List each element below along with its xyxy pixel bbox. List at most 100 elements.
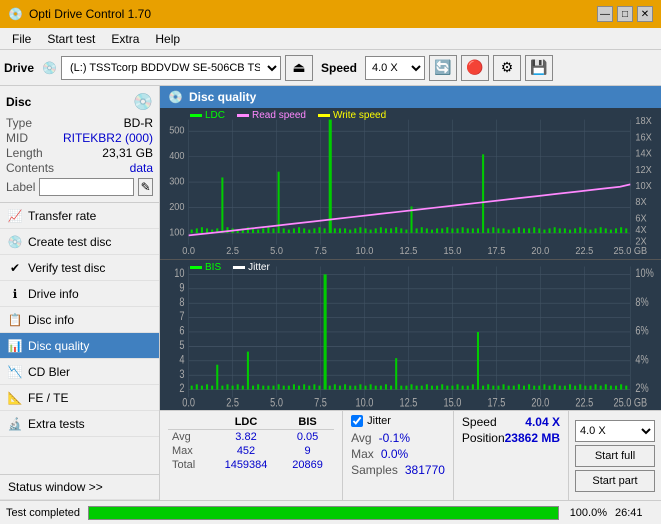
svg-text:6%: 6% [635,324,648,337]
close-button[interactable]: ✕ [637,6,653,22]
save-button[interactable]: 💾 [525,55,553,81]
max-row: Max 452 9 [168,444,334,458]
start-full-button[interactable]: Start full [575,445,655,467]
jitter-max-val: 0.0% [381,447,408,461]
svg-text:500: 500 [169,125,185,137]
buttons-section: 4.0 X Start full Start part [568,411,661,500]
svg-text:15.0: 15.0 [443,396,461,409]
jitter-avg-val: -0.1% [379,431,410,445]
label-input[interactable] [39,178,134,196]
status-text: Test completed [6,507,80,519]
speed-value-stat: 4.04 X [525,415,560,429]
bis-max: 9 [281,444,334,458]
panel-title: Disc quality [189,90,256,104]
sidebar-item-transfer-rate[interactable]: 📈 Transfer rate [0,203,159,229]
svg-text:20.0: 20.0 [531,396,549,409]
menu-help[interactable]: Help [147,30,188,48]
svg-text:300: 300 [169,176,185,188]
toolbar: Drive 💿 (L:) TSSTcorp BDDVDW SE-506CB TS… [0,50,661,86]
menu-extra[interactable]: Extra [103,30,147,48]
speed-label: Speed [321,61,357,75]
length-value: 23,31 GB [102,146,153,160]
burn-button[interactable]: 🔴 [461,55,489,81]
jitter-checkbox[interactable] [351,415,363,427]
svg-text:14X: 14X [635,148,652,160]
svg-text:4X: 4X [635,225,647,237]
status-window-button[interactable]: Status window >> [0,474,159,500]
mid-label: MID [6,131,28,145]
svg-text:20.0: 20.0 [531,245,549,257]
menu-start-test[interactable]: Start test [39,30,103,48]
svg-text:2.5: 2.5 [226,245,239,257]
chart1: LDC Read speed Write speed [160,108,661,260]
drive-select[interactable]: (L:) TSSTcorp BDDVDW SE-506CB TS02 [61,56,281,80]
svg-text:25.0 GB: 25.0 GB [613,396,647,409]
svg-text:12X: 12X [635,164,652,176]
sidebar-nav: 📈 Transfer rate 💿 Create test disc ✔ Ver… [0,203,159,500]
contents-value: data [130,161,153,175]
refresh-button[interactable]: 🔄 [429,55,457,81]
svg-text:8%: 8% [635,295,648,308]
ldc-avg: 3.82 [211,430,281,445]
svg-text:12.5: 12.5 [400,245,418,257]
svg-text:25.0 GB: 25.0 GB [613,245,647,257]
fe-te-icon: 📐 [8,391,22,405]
svg-text:2: 2 [179,382,184,395]
svg-text:2%: 2% [635,382,648,395]
drive-info-label: Drive info [28,287,79,301]
svg-text:100: 100 [169,227,185,239]
extra-tests-icon: 🔬 [8,417,22,431]
label-label: Label [6,180,35,194]
charts-container: LDC Read speed Write speed [160,108,661,410]
svg-text:10X: 10X [635,181,652,193]
sidebar-item-fe-te[interactable]: 📐 FE / TE [0,385,159,411]
type-value: BD-R [124,116,153,130]
sidebar: Disc 💿 Type BD-R MID RITEKBR2 (000) Leng… [0,86,160,500]
svg-text:10.0: 10.0 [356,245,374,257]
drive-info-icon: ℹ [8,287,22,301]
panel-header: 💿 Disc quality [160,86,661,108]
svg-text:10.0: 10.0 [356,396,374,409]
bottom-panel: LDC BIS Avg 3.82 0.05 Max [160,410,661,500]
start-part-button[interactable]: Start part [575,470,655,492]
maximize-button[interactable]: □ [617,6,633,22]
svg-text:10: 10 [174,266,184,279]
extra-tests-label: Extra tests [28,417,85,431]
verify-test-disc-icon: ✔ [8,261,22,275]
progress-bar [88,506,559,520]
label-edit-button[interactable]: ✎ [138,178,153,196]
position-label: Position [462,431,505,445]
sidebar-item-disc-quality[interactable]: 📊 Disc quality [0,333,159,359]
status-bar: Test completed 100.0% 26:41 [0,500,661,524]
chart2: BIS Jitter [160,260,661,411]
svg-text:9: 9 [179,281,184,294]
bis-total: 20869 [281,458,334,472]
type-label: Type [6,116,32,130]
svg-text:5: 5 [179,338,184,351]
transfer-rate-icon: 📈 [8,209,22,223]
menu-file[interactable]: File [4,30,39,48]
time-elapsed: 26:41 [615,507,655,519]
svg-text:7: 7 [179,310,184,323]
svg-text:15.0: 15.0 [443,245,461,257]
samples-val: 381770 [405,463,445,477]
minimize-button[interactable]: — [597,6,613,22]
settings-button[interactable]: ⚙ [493,55,521,81]
sidebar-item-create-test-disc[interactable]: 💿 Create test disc [0,229,159,255]
sidebar-item-verify-test-disc[interactable]: ✔ Verify test disc [0,255,159,281]
sidebar-item-drive-info[interactable]: ℹ Drive info [0,281,159,307]
svg-text:12.5: 12.5 [400,396,418,409]
sidebar-item-cd-bler[interactable]: 📉 CD Bler [0,359,159,385]
disc-quality-icon: 📊 [8,339,22,353]
sidebar-item-disc-info[interactable]: 📋 Disc info [0,307,159,333]
speed-label-stat: Speed [462,415,497,429]
app-icon: 💿 [8,7,23,21]
eject-button[interactable]: ⏏ [285,55,313,81]
speed-select[interactable]: 4.0 X [365,56,425,80]
svg-text:22.5: 22.5 [575,396,593,409]
fe-te-label: FE / TE [28,391,68,405]
menu-bar: File Start test Extra Help [0,28,661,50]
svg-text:16X: 16X [635,132,652,144]
speed-combo[interactable]: 4.0 X [575,420,655,442]
sidebar-item-extra-tests[interactable]: 🔬 Extra tests [0,411,159,437]
